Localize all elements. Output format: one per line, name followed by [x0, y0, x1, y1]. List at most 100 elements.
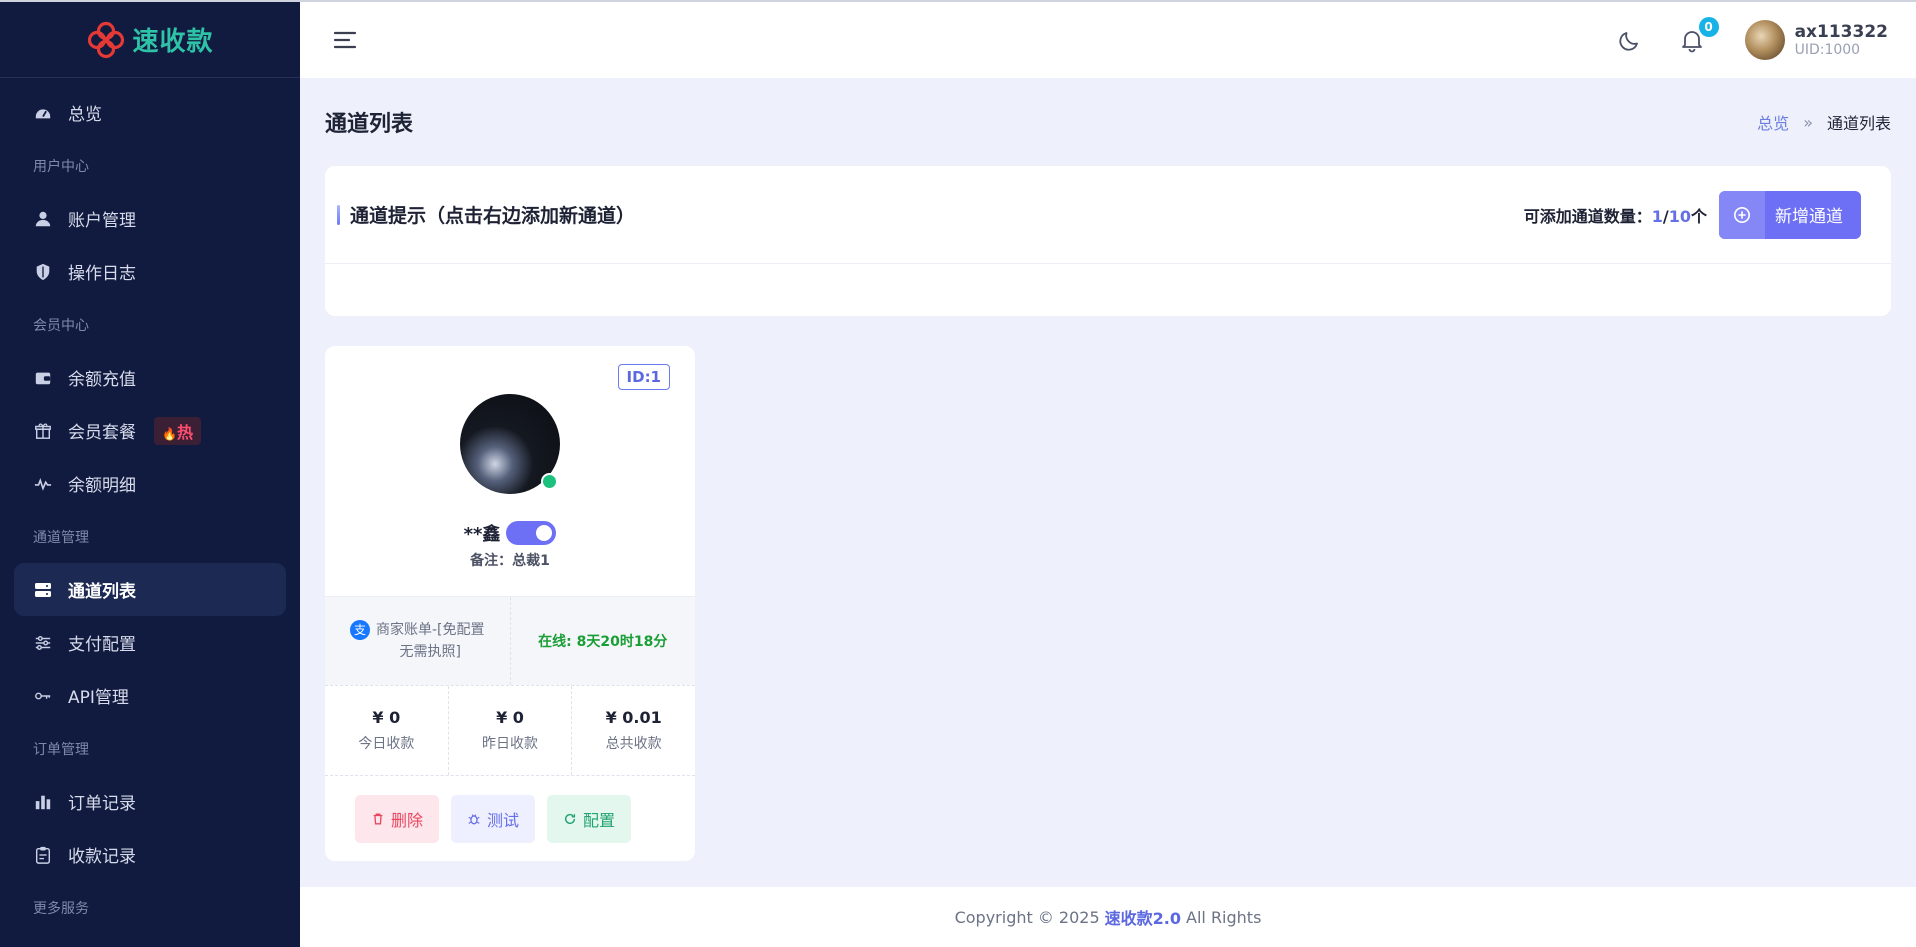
sidebar-item[interactable]: 余额充值	[14, 351, 286, 404]
dark-mode-toggle-icon[interactable]	[1617, 27, 1643, 53]
online-cell: 在线: 8天20时18分	[509, 597, 695, 685]
sidebar: 速收款 总览用户中心账户管理操作日志会员中心余额充值会员套餐 🔥热余额明细通道管理…	[0, 0, 300, 947]
sidebar-section-label: 更多服务	[33, 900, 89, 917]
tip-header: 通道提示（点击右边添加新通道） 可添加通道数量：1/10个 新增通道	[325, 166, 1891, 264]
sliders-icon	[32, 632, 54, 654]
sidebar-item-label: 总览	[68, 105, 102, 125]
top-header: 0 ax113322 UID:1000	[300, 0, 1916, 78]
sidebar-item-label: 操作日志	[68, 264, 136, 284]
channel-info-row: 支 商家账单-[免配置 无需执照] 在线: 8天20时18分	[325, 596, 695, 686]
breadcrumb-current: 通道列表	[1826, 114, 1891, 133]
sidebar-item-label: 收款记录	[68, 847, 136, 867]
gift-icon	[32, 420, 54, 442]
sidebar-item-label: 余额充值	[68, 370, 136, 390]
menu-toggle-icon[interactable]	[332, 27, 358, 53]
sidebar-section-label: 订单管理	[33, 741, 89, 758]
sidebar-nav: 总览用户中心账户管理操作日志会员中心余额充值会员套餐 🔥热余额明细通道管理通道列表…	[0, 78, 300, 942]
sidebar-item-label: 订单记录	[68, 794, 136, 814]
test-button[interactable]: 测试	[451, 794, 536, 843]
stat-value: ¥ 0.01	[605, 708, 662, 727]
merchant-type: 支 商家账单-[免配置 无需执照]	[349, 619, 485, 663]
hot-badge: 🔥热	[154, 416, 201, 445]
stat-value: ¥ 0	[496, 708, 524, 727]
sidebar-item[interactable]: 通道列表	[14, 563, 286, 616]
main-content: 通道列表 总览 » 通道列表 通道提示（点击右边添加新通道） 可添加通道数量：1…	[300, 78, 1916, 887]
online-status-dot	[541, 473, 558, 490]
page-title: 通道列表	[325, 112, 414, 137]
stat-cell: ¥ 0 今日收款	[325, 686, 448, 775]
copyright-prefix: Copyright © 2025	[954, 907, 1100, 927]
plus-circle-icon	[1719, 190, 1765, 239]
sidebar-item[interactable]: API管理	[14, 669, 286, 722]
config-button[interactable]: 配置	[547, 794, 632, 843]
add-channel-button[interactable]: 新增通道	[1719, 190, 1861, 239]
channel-stats: ¥ 0 今日收款 ¥ 0 昨日收款 ¥ 0.01 总共收款	[325, 686, 695, 776]
notification-count-badge: 0	[1698, 17, 1719, 37]
channel-tip-card: 通道提示（点击右边添加新通道） 可添加通道数量：1/10个 新增通道	[325, 166, 1891, 316]
channel-id-badge: ID:1	[617, 364, 670, 390]
channel-enable-toggle[interactable]	[506, 521, 557, 545]
sidebar-section-label: 用户中心	[33, 158, 89, 175]
sidebar-item-label: 账户管理	[68, 211, 136, 231]
sidebar-item[interactable]: 订单记录	[14, 775, 286, 828]
sidebar-item[interactable]: 操作日志	[14, 245, 286, 298]
logo-text: 速收款	[132, 27, 214, 57]
sidebar-item-label: 会员套餐	[68, 423, 136, 443]
user-avatar[interactable]	[1744, 20, 1785, 60]
sidebar-section-label: 通道管理	[33, 529, 89, 546]
channel-card: ID:1 **鑫 备注：总裁1 支 商家账单-[免配置 无需执照] 在线: 8天2…	[325, 346, 695, 861]
sidebar-item[interactable]: 会员套餐 🔥热	[14, 404, 286, 457]
channel-note: 备注：总裁1	[470, 553, 550, 569]
title-accent-bar	[337, 204, 340, 225]
breadcrumb-separator: »	[1803, 112, 1813, 132]
sidebar-item[interactable]: 账户管理	[14, 192, 286, 245]
shield-icon	[32, 261, 54, 283]
sidebar-section-label: 会员中心	[33, 317, 89, 334]
sidebar-item[interactable]: 余额明细	[14, 457, 286, 510]
user-info[interactable]: ax113322 UID:1000	[1795, 22, 1888, 58]
fire-icon: 🔥	[162, 426, 177, 441]
user-icon	[32, 208, 54, 230]
breadcrumb-home-link[interactable]: 总览	[1757, 110, 1789, 134]
stat-label: 昨日收款	[482, 736, 538, 752]
hot-badge-label: 热	[176, 422, 193, 442]
channel-card-top: ID:1 **鑫 备注：总裁1	[325, 346, 695, 596]
delete-button[interactable]: 删除	[355, 794, 440, 843]
delete-label: 删除	[391, 810, 424, 830]
sidebar-item[interactable]: 收款记录	[14, 828, 286, 881]
notifications-button[interactable]: 0	[1679, 17, 1719, 53]
copyright-suffix: All Rights	[1186, 907, 1262, 927]
online-duration: 在线: 8天20时18分	[538, 634, 668, 650]
user-name: ax113322	[1794, 22, 1888, 42]
channel-name: **鑫	[463, 524, 501, 545]
trash-icon	[373, 813, 383, 824]
pulse-icon	[32, 473, 54, 495]
tip-actions: 可添加通道数量：1/10个 新增通道	[1523, 190, 1861, 239]
add-channel-label: 新增通道	[1775, 207, 1843, 227]
clipboard-icon	[32, 844, 54, 866]
channel-avatar	[460, 394, 560, 494]
sidebar-item[interactable]: 支付配置	[14, 616, 286, 669]
config-label: 配置	[583, 810, 616, 830]
sidebar-item[interactable]: 总览	[14, 86, 286, 139]
dashboard-icon	[32, 102, 54, 124]
bar-chart-icon	[32, 791, 54, 813]
server-icon	[32, 579, 54, 601]
logo[interactable]: 速收款	[0, 2, 300, 78]
sidebar-item-label: 通道列表	[68, 582, 136, 602]
key-icon	[32, 685, 54, 707]
sidebar-item-label: 支付配置	[68, 635, 136, 655]
footer: Copyright © 2025 速收款2.0 All Rights	[300, 887, 1916, 947]
channel-quota: 可添加通道数量：1/10个	[1523, 206, 1707, 226]
stat-cell: ¥ 0.01 总共收款	[571, 686, 695, 775]
header-actions: 0 ax113322 UID:1000	[1617, 17, 1888, 60]
wallet-icon	[32, 367, 54, 389]
stat-label: 今日收款	[358, 736, 415, 752]
sidebar-item-label: 余额明细	[68, 476, 136, 496]
test-label: 测试	[487, 810, 520, 830]
stat-label: 总共收款	[605, 736, 662, 752]
alipay-icon: 支	[349, 620, 370, 640]
refresh-icon	[564, 813, 576, 824]
footer-brand-link[interactable]: 速收款2.0	[1105, 905, 1181, 929]
bug-icon	[468, 813, 480, 824]
